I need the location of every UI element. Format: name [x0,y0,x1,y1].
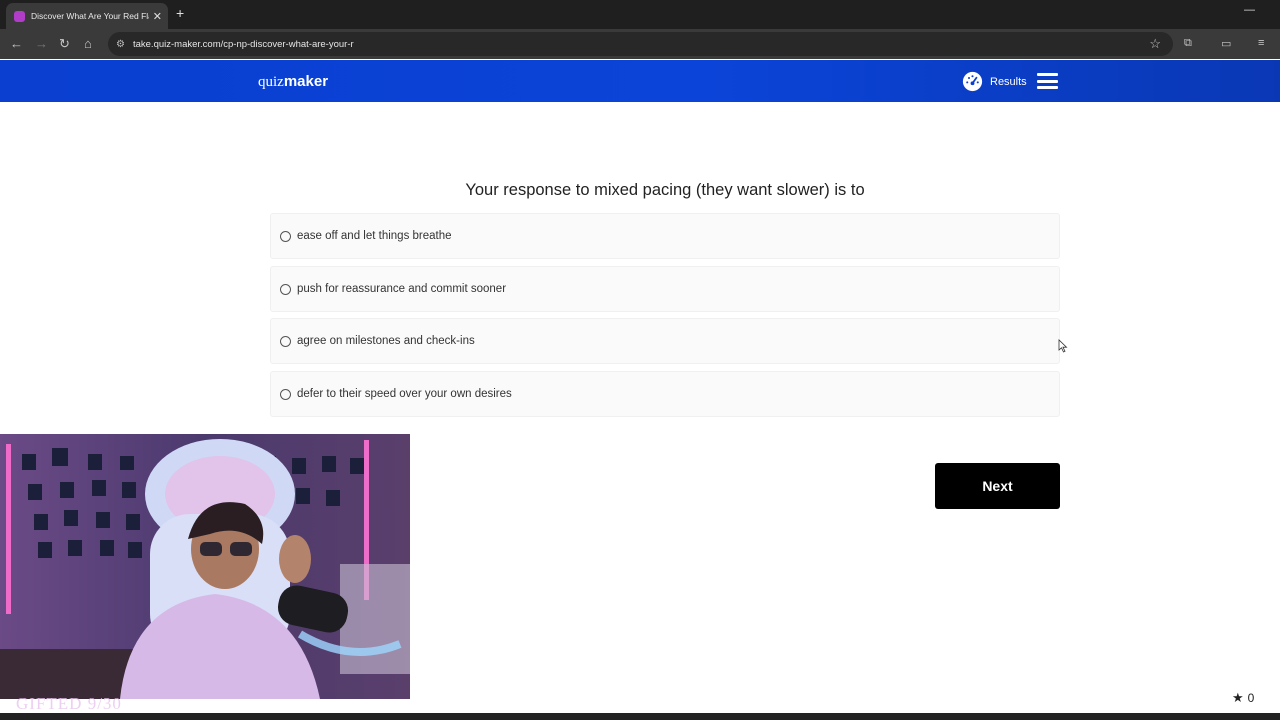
gift-overlay-text: GIFTED 9/30 [16,694,122,713]
answer-option-3[interactable]: agree on milestones and check-ins [270,318,1060,364]
answer-label: ease off and let things breathe [297,230,452,242]
forward-arrow-icon[interactable]: → [35,36,48,52]
mouse-cursor-icon [1058,339,1068,353]
quizmaker-favicon-icon [14,10,25,22]
radio-icon[interactable] [280,230,291,242]
bookmark-star-icon[interactable]: ☆ [1149,36,1161,52]
webcam-overlay [0,434,410,699]
star-counter: ★ 0 [1232,690,1254,706]
site-header: quizmaker Results [0,60,1280,102]
split-view-icon[interactable]: ▭ [1221,37,1231,50]
answer-option-2[interactable]: push for reassurance and commit sooner [270,266,1060,312]
results-link[interactable]: Results [962,71,1027,92]
browser-tab[interactable]: Discover What Are Your Red Fla ✕ [6,3,168,29]
address-bar[interactable]: ⚙ take.quiz-maker.com/cp-np-discover-wha… [108,32,1173,56]
answer-label: agree on milestones and check-ins [297,335,475,347]
answer-label: defer to their speed over your own desir… [297,388,512,400]
answer-option-4[interactable]: defer to their speed over your own desir… [270,371,1060,417]
tab-title: Discover What Are Your Red Fla [31,11,149,21]
reload-icon[interactable]: ↻ [59,36,70,52]
next-button[interactable]: Next [935,463,1060,509]
home-icon[interactable]: ⌂ [84,36,92,52]
extensions-icon[interactable]: ⧉ [1184,37,1192,50]
browser-tab-strip: Discover What Are Your Red Fla ✕ + — [0,0,1280,29]
quizmaker-logo[interactable]: quizmaker [258,73,328,91]
radio-icon[interactable] [280,388,291,400]
site-info-icon[interactable]: ⚙ [116,39,125,50]
radio-icon[interactable] [280,283,291,295]
results-label: Results [990,75,1027,88]
speedometer-icon [962,71,983,92]
answer-option-1[interactable]: ease off and let things breathe [270,213,1060,259]
star-icon: ★ [1232,690,1244,705]
radio-icon[interactable] [280,335,291,347]
bottom-bar [0,713,1280,720]
star-count-value: 0 [1247,691,1255,705]
back-arrow-icon[interactable]: ← [10,36,23,52]
tab-close-icon[interactable]: ✕ [153,10,162,23]
url-text: take.quiz-maker.com/cp-np-discover-what-… [132,38,354,50]
logo-light-text: quiz [258,74,284,90]
webcam-feed-image [0,434,410,699]
browser-toolbar: ← → ↻ ⌂ ⚙ take.quiz-maker.com/cp-np-disc… [0,29,1280,59]
new-tab-button[interactable]: + [176,5,184,21]
logo-bold-text: maker [283,73,329,90]
question-text: Your response to mixed pacing (they want… [465,181,865,199]
answer-label: push for reassurance and commit sooner [297,283,507,295]
minimize-button[interactable]: — [1244,4,1255,16]
hamburger-menu-icon[interactable] [1037,73,1058,89]
browser-menu-icon[interactable]: ≡ [1258,37,1264,49]
